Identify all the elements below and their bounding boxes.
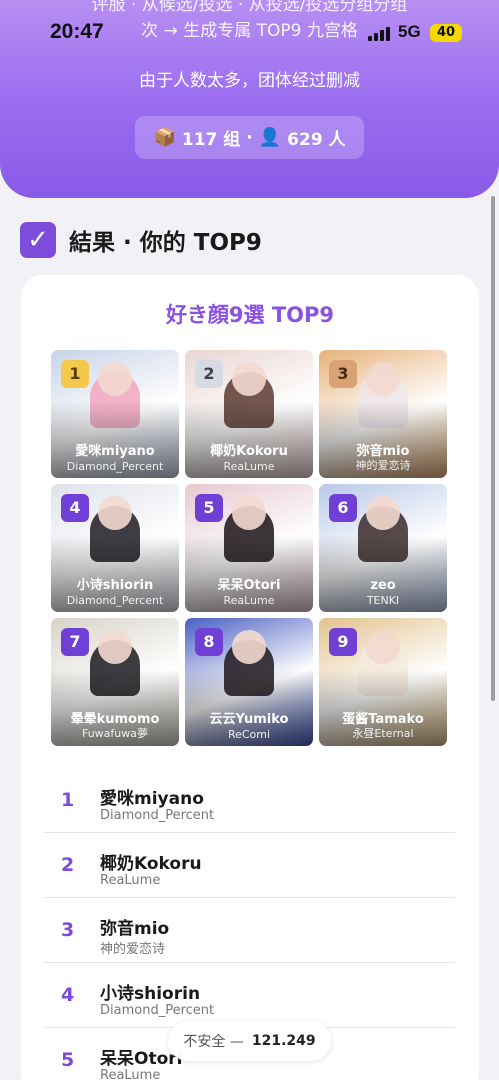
- result-section-header: ✓ 結果 · 你的 TOP9: [20, 222, 262, 258]
- status-bar: 20:47 5G 40: [0, 0, 499, 66]
- ranking-row[interactable]: 3 弥音mio 神的爱恋诗: [44, 898, 455, 963]
- row-name: 椰奶Kokoru: [100, 854, 202, 874]
- hero-note: 由于人数太多，团体经过删减: [139, 71, 360, 91]
- rank-badge: 3: [329, 360, 357, 388]
- top9-tile[interactable]: 6 zeo TENKI: [319, 484, 447, 612]
- insecure-label: 不安全 —: [183, 1034, 244, 1050]
- rank-badge: 1: [61, 360, 89, 388]
- top9-tile[interactable]: 4 小诗shiorin Diamond_Percent: [51, 484, 179, 612]
- tile-name: 小诗shiorin: [76, 578, 154, 593]
- row-group: 神的爱恋诗: [100, 942, 166, 957]
- person-icon: 👤: [258, 127, 282, 148]
- tile-group: Diamond_Percent: [66, 594, 164, 607]
- row-name: 弥音mio: [100, 919, 170, 939]
- portrait-face: [98, 362, 132, 396]
- top9-tile[interactable]: 7 晕晕kumomo Fuwafuwa夢: [51, 618, 179, 746]
- row-rank: 2: [61, 854, 75, 876]
- section-title: 結果 · 你的 TOP9: [69, 230, 262, 256]
- tile-group: Diamond_Percent: [66, 460, 164, 473]
- top9-tile[interactable]: 3 弥音mio 神的爱恋诗: [319, 350, 447, 478]
- portrait-face: [366, 362, 400, 396]
- battery-icon: 40: [430, 24, 462, 42]
- tile-name: 愛咪miyano: [75, 444, 155, 459]
- rank-badge: 4: [61, 494, 89, 522]
- signal-icon: [368, 25, 390, 41]
- rank-badge: 8: [195, 628, 223, 656]
- portrait-face: [366, 496, 400, 530]
- tile-group: ReaLume: [223, 460, 275, 473]
- row-group: Diamond_Percent: [100, 808, 215, 823]
- ranking-row[interactable]: 4 小诗shiorin Diamond_Percent: [44, 963, 455, 1028]
- top9-tile[interactable]: 8 云云Yumiko ReComi: [185, 618, 313, 746]
- top9-grid: 1 愛咪miyano Diamond_Percent 2 椰奶Kokoru ReaLume…: [51, 350, 448, 747]
- tile-group: Fuwafuwa夢: [81, 727, 149, 740]
- rank-badge: 9: [329, 628, 357, 656]
- tile-group: 神的爱恋诗: [355, 459, 411, 472]
- portrait-face: [232, 630, 266, 664]
- network-label: 5G: [398, 22, 421, 41]
- status-time: 20:47: [50, 20, 104, 43]
- tile-group: ReaLume: [223, 594, 275, 607]
- url-bar[interactable]: 不安全 — 121.249: [168, 1021, 331, 1061]
- ranking-row[interactable]: 2 椰奶Kokoru ReaLume: [44, 833, 455, 898]
- people-count: 629 人: [287, 130, 346, 150]
- row-rank: 3: [61, 919, 75, 941]
- top9-tile[interactable]: 5 呆呆Otori ReaLume: [185, 484, 313, 612]
- portrait-face: [366, 630, 400, 664]
- rank-badge: 5: [195, 494, 223, 522]
- top9-tile[interactable]: 9 蛋酱Tamako 永昼Eternal: [319, 618, 447, 746]
- portrait-face: [232, 362, 266, 396]
- row-group: Diamond_Percent: [100, 1003, 215, 1018]
- row-name: 小诗shiorin: [100, 984, 201, 1004]
- stats-pill: 📦 117 组 · 👤 629 人: [135, 116, 364, 159]
- top9-tile[interactable]: 1 愛咪miyano Diamond_Percent: [51, 350, 179, 478]
- row-rank: 5: [61, 1049, 75, 1071]
- rank-badge: 6: [329, 494, 357, 522]
- row-group: ReaLume: [100, 1068, 161, 1080]
- portrait-face: [98, 496, 132, 530]
- package-icon: 📦: [153, 127, 176, 148]
- tile-group: 永昼Eternal: [352, 727, 414, 740]
- tile-name: zeo: [370, 578, 396, 593]
- top9-tile[interactable]: 2 椰奶Kokoru ReaLume: [185, 350, 313, 478]
- ranking-row[interactable]: 1 愛咪miyano Diamond_Percent: [44, 768, 455, 833]
- portrait-face: [98, 630, 132, 664]
- rank-badge: 2: [195, 360, 223, 388]
- group-count: 117 组: [181, 130, 241, 150]
- portrait-face: [232, 496, 266, 530]
- row-group: ReaLume: [100, 873, 161, 888]
- tile-group: ReComi: [227, 728, 271, 741]
- tile-name: 椰奶Kokoru: [210, 444, 288, 459]
- row-rank: 4: [61, 984, 75, 1006]
- tile-name: 呆呆Otori: [217, 578, 281, 593]
- card-title: 好き顔9選 TOP9: [165, 303, 335, 327]
- rank-badge: 7: [61, 628, 89, 656]
- tile-group: TENKI: [366, 594, 400, 607]
- row-rank: 1: [61, 789, 75, 811]
- row-name: 愛咪miyano: [100, 789, 204, 809]
- scrollbar[interactable]: [491, 196, 495, 701]
- check-icon: ✓: [20, 222, 56, 258]
- tile-name: 云云Yumiko: [209, 712, 289, 727]
- stats-separator: ·: [246, 127, 253, 148]
- top9-card: 好き顔9選 TOP9 1 愛咪miyano Diamond_Percent 2 椰奶Ko…: [21, 275, 479, 1080]
- url-address: 121.249: [251, 1033, 316, 1049]
